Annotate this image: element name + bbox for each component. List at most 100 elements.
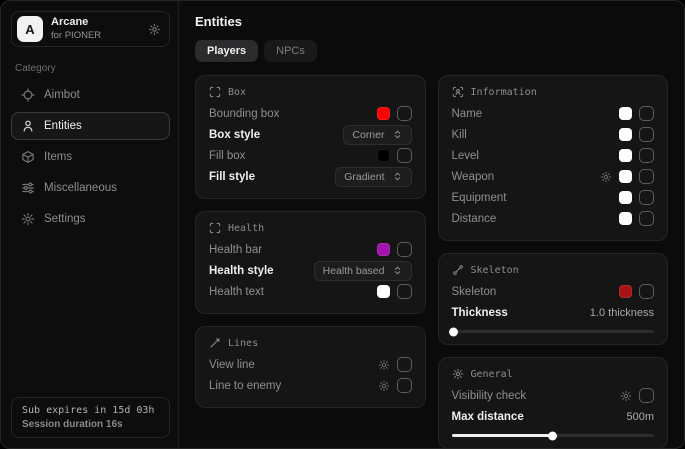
color-swatch[interactable] [377, 243, 390, 256]
corner-brackets-icon [209, 222, 221, 234]
color-swatch[interactable] [619, 149, 632, 162]
option-label: Skeleton [452, 286, 497, 298]
option-label: Fill style [209, 171, 255, 183]
option-row-distance: Distance [452, 208, 655, 229]
sidebar-item-label: Aimbot [44, 89, 80, 101]
general-section-header: General [452, 368, 655, 380]
dropdown-value: Gradient [344, 171, 384, 183]
chevrons-up-down-icon [392, 171, 403, 182]
entity-tabs: Players NPCs [195, 40, 668, 62]
section-title: Skeleton [471, 265, 519, 276]
brand-subtitle: for PIONER [51, 30, 101, 42]
checkbox[interactable] [397, 106, 412, 121]
option-row-equipment: Equipment [452, 187, 655, 208]
color-swatch[interactable] [619, 128, 632, 141]
slider-thumb[interactable] [548, 431, 557, 440]
brand-logo: A [17, 16, 43, 42]
section-title: General [471, 369, 513, 380]
slider-thumb[interactable] [449, 327, 458, 336]
sidebar-item-entities[interactable]: Entities [11, 112, 170, 140]
option-row-box-style: Box style Corner [209, 124, 412, 145]
option-label: Health text [209, 286, 264, 298]
gear-icon [21, 212, 35, 226]
corner-brackets-icon [209, 86, 221, 98]
tab-npcs[interactable]: NPCs [264, 40, 317, 62]
option-row-skeleton: Skeleton [452, 281, 655, 302]
information-section-header: Information [452, 86, 655, 98]
gear-icon[interactable] [378, 359, 390, 371]
color-swatch[interactable] [619, 212, 632, 225]
crosshair-icon [21, 88, 35, 102]
checkbox[interactable] [397, 242, 412, 257]
section-title: Box [228, 87, 246, 98]
scan-person-icon [452, 86, 464, 98]
sidebar-item-miscellaneous[interactable]: Miscellaneous [11, 174, 170, 202]
sidebar-item-label: Settings [44, 213, 86, 225]
checkbox[interactable] [639, 284, 654, 299]
checkbox[interactable] [397, 357, 412, 372]
color-swatch[interactable] [619, 170, 632, 183]
checkbox[interactable] [639, 169, 654, 184]
sub-expiry-text: Sub expires in 15d 03h [22, 405, 159, 416]
sidebar-item-label: Items [44, 151, 72, 163]
option-row-visibility-check: Visibility check [452, 385, 655, 406]
checkbox[interactable] [397, 284, 412, 299]
slider-value: 500m [626, 411, 654, 423]
option-row-health-text: Health text [209, 281, 412, 302]
fill-style-dropdown[interactable]: Gradient [335, 167, 411, 187]
option-label: Max distance [452, 411, 524, 423]
option-row-name: Name [452, 103, 655, 124]
skeleton-section-header: Skeleton [452, 264, 655, 276]
health-section-header: Health [209, 222, 412, 234]
option-label: Line to enemy [209, 380, 281, 392]
lines-section-card: Lines View line Line to enemy [195, 326, 426, 408]
thickness-slider[interactable] [452, 330, 655, 333]
checkbox[interactable] [639, 190, 654, 205]
sidebar-item-items[interactable]: Items [11, 143, 170, 171]
information-section-card: Information Name Kill [438, 75, 669, 241]
sidebar-item-label: Miscellaneous [44, 182, 117, 194]
chevrons-up-down-icon [392, 129, 403, 140]
option-row-health-bar: Health bar [209, 239, 412, 260]
checkbox[interactable] [397, 148, 412, 163]
checkbox[interactable] [639, 148, 654, 163]
box-style-dropdown[interactable]: Corner [343, 125, 411, 145]
sidebar-item-aimbot[interactable]: Aimbot [11, 81, 170, 109]
option-row-view-line: View line [209, 354, 412, 375]
diagonal-line-icon [209, 337, 221, 349]
lines-section-header: Lines [209, 337, 412, 349]
option-label: Health style [209, 265, 274, 277]
sidebar-item-settings[interactable]: Settings [11, 205, 170, 233]
max-distance-slider[interactable] [452, 434, 655, 437]
section-title: Information [471, 87, 537, 98]
color-swatch[interactable] [619, 191, 632, 204]
checkbox[interactable] [397, 378, 412, 393]
gear-icon[interactable] [378, 380, 390, 392]
checkbox[interactable] [639, 211, 654, 226]
box-section-card: Box Bounding box Box style Corner [195, 75, 426, 199]
color-swatch[interactable] [377, 285, 390, 298]
gear-icon[interactable] [600, 171, 612, 183]
gear-icon[interactable] [620, 390, 632, 402]
dropdown-value: Corner [352, 129, 384, 141]
option-label: Weapon [452, 171, 495, 183]
checkbox[interactable] [639, 106, 654, 121]
gear-icon[interactable] [148, 23, 161, 36]
option-row-fill-box: Fill box [209, 145, 412, 166]
page-title: Entities [195, 14, 668, 29]
checkbox[interactable] [639, 127, 654, 142]
general-section-card: General Visibility check Max distance 50… [438, 357, 669, 448]
color-swatch[interactable] [377, 149, 390, 162]
color-swatch[interactable] [619, 285, 632, 298]
chevrons-up-down-icon [392, 265, 403, 276]
box-section-header: Box [209, 86, 412, 98]
color-swatch[interactable] [619, 107, 632, 120]
option-label: Name [452, 108, 483, 120]
health-style-dropdown[interactable]: Health based [314, 261, 412, 281]
subscription-status-card: Sub expires in 15d 03h Session duration … [11, 397, 170, 438]
option-label: Equipment [452, 192, 507, 204]
checkbox[interactable] [639, 388, 654, 403]
tab-players[interactable]: Players [195, 40, 258, 62]
color-swatch[interactable] [377, 107, 390, 120]
option-row-fill-style: Fill style Gradient [209, 166, 412, 187]
